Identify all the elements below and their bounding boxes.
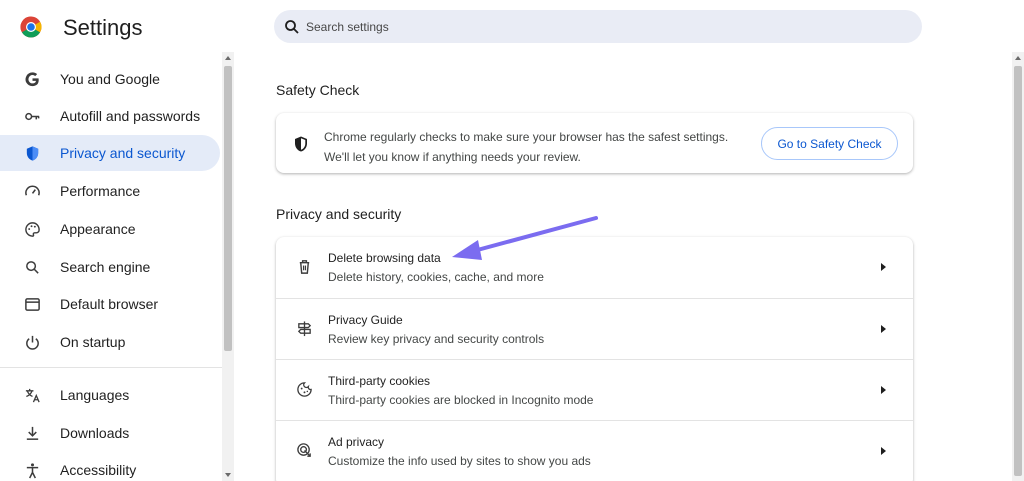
- sidebar-item-appearance[interactable]: Appearance: [0, 211, 220, 247]
- search-placeholder: Search settings: [306, 19, 389, 34]
- sidebar-item-label: Default browser: [60, 296, 159, 312]
- row-title: Privacy Guide: [328, 313, 403, 327]
- go-to-safety-check-button[interactable]: Go to Safety Check: [761, 127, 898, 160]
- row-third-party-cookies[interactable]: Third-party cookies Third-party cookies …: [276, 359, 913, 420]
- sidebar-item-default-browser[interactable]: Default browser: [0, 286, 220, 322]
- sidebar-scrollbar-thumb[interactable]: [224, 66, 232, 351]
- sidebar-item-label: Appearance: [60, 221, 136, 237]
- sidebar-item-label: Downloads: [60, 425, 130, 441]
- row-privacy-guide[interactable]: Privacy Guide Review key privacy and sec…: [276, 298, 913, 359]
- row-subtitle: Customize the info used by sites to show…: [328, 454, 591, 468]
- key-icon: [22, 106, 42, 126]
- shield-check-icon: [295, 136, 307, 152]
- sidebar-item-label: Privacy and security: [60, 145, 186, 161]
- ad-privacy-icon: [297, 443, 311, 457]
- row-subtitle: Review key privacy and security controls: [328, 332, 545, 346]
- sidebar-item-on-startup[interactable]: On startup: [0, 324, 220, 360]
- sidebar-item-label: Accessibility: [60, 462, 137, 478]
- main-scrollbar[interactable]: [1012, 52, 1024, 481]
- google-g-icon: [22, 69, 42, 89]
- shield-icon: [22, 143, 42, 163]
- chrome-logo-icon: [20, 16, 42, 38]
- chevron-right-icon: [881, 325, 886, 333]
- row-title: Third-party cookies: [328, 374, 431, 388]
- row-subtitle: Delete history, cookies, cache, and more: [328, 270, 544, 284]
- chevron-right-icon: [881, 386, 886, 394]
- sidebar-item-label: Search engine: [60, 259, 151, 275]
- scroll-down-arrow-icon[interactable]: [225, 473, 231, 477]
- chevron-right-icon: [881, 447, 886, 455]
- sidebar-item-label: Languages: [60, 387, 130, 403]
- translate-icon: [22, 385, 42, 405]
- accessibility-icon: [22, 460, 42, 480]
- palette-icon: [22, 219, 42, 239]
- safety-check-card: Chrome regularly checks to make sure you…: [276, 113, 913, 173]
- privacy-security-card: Delete browsing data Delete history, coo…: [276, 237, 913, 481]
- download-icon: [22, 423, 42, 443]
- cookie-icon: [297, 382, 312, 397]
- sidebar-item-autofill-and-passwords[interactable]: Autofill and passwords: [0, 98, 220, 134]
- sidebar-item-search-engine[interactable]: Search engine: [0, 249, 220, 285]
- browser-window-icon: [22, 294, 42, 314]
- signpost-icon: [297, 321, 312, 337]
- sidebar-item-performance[interactable]: Performance: [0, 173, 220, 209]
- sidebar-item-privacy-and-security[interactable]: Privacy and security: [0, 135, 220, 171]
- chevron-right-icon: [881, 263, 886, 271]
- search-icon: [22, 257, 42, 277]
- safety-check-description: Chrome regularly checks to make sure you…: [324, 127, 728, 167]
- sidebar-item-accessibility[interactable]: Accessibility: [0, 452, 220, 481]
- sidebar-item-label: Autofill and passwords: [60, 108, 201, 124]
- sidebar-item-languages[interactable]: Languages: [0, 377, 220, 413]
- sidebar-item-label: Performance: [60, 183, 141, 199]
- power-icon: [22, 332, 42, 352]
- speedometer-icon: [22, 181, 42, 201]
- row-ad-privacy[interactable]: Ad privacy Customize the info used by si…: [276, 420, 913, 481]
- app-title: Settings: [63, 15, 143, 40]
- sidebar-scrollbar[interactable]: [222, 52, 234, 481]
- sidebar-item-label: You and Google: [60, 71, 160, 87]
- row-subtitle: Third-party cookies are blocked in Incog…: [328, 393, 594, 407]
- sidebar: You and Google Autofill and passwords Pr…: [0, 60, 222, 481]
- privacy-security-heading: Privacy and security: [276, 206, 402, 222]
- sidebar-divider: [0, 367, 222, 368]
- main-scrollbar-thumb[interactable]: [1014, 66, 1022, 476]
- sidebar-item-you-and-google[interactable]: You and Google: [0, 61, 220, 97]
- search-input[interactable]: Search settings: [274, 10, 922, 43]
- safety-check-heading: Safety Check: [276, 82, 360, 98]
- safety-check-line-1: Chrome regularly checks to make sure you…: [324, 130, 729, 144]
- search-icon: [285, 19, 299, 34]
- row-title: Delete browsing data: [328, 251, 441, 265]
- scroll-up-arrow-icon[interactable]: [1015, 56, 1021, 60]
- sidebar-item-downloads[interactable]: Downloads: [0, 415, 220, 451]
- row-title: Ad privacy: [328, 435, 385, 449]
- trash-icon: [299, 260, 310, 274]
- scroll-up-arrow-icon[interactable]: [225, 56, 231, 60]
- sidebar-item-label: On startup: [60, 334, 126, 350]
- annotation-arrow-icon: [452, 216, 598, 260]
- safety-check-line-2: We'll let you know if anything needs you…: [324, 150, 581, 164]
